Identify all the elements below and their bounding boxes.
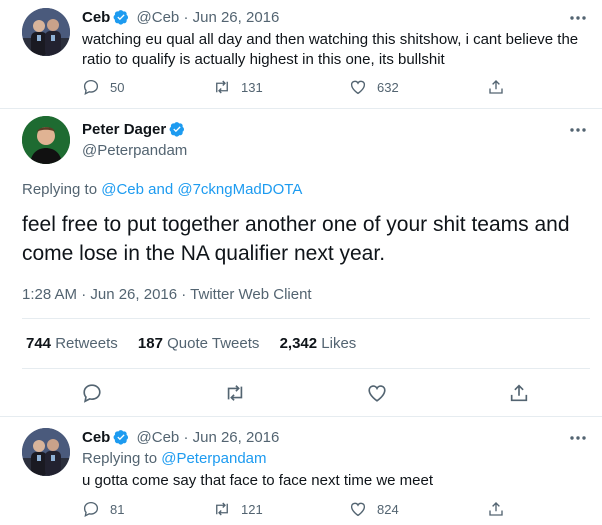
avatar-ceb[interactable] <box>22 8 70 56</box>
reply-count: 50 <box>110 79 125 95</box>
share-icon <box>489 80 503 94</box>
like-icon <box>350 80 366 95</box>
share-icon <box>489 502 503 516</box>
tweet-date[interactable]: Jun 26, 2016 <box>193 9 280 26</box>
retweets-stat[interactable]: 744 Retweets <box>26 335 118 352</box>
avatar-ceb[interactable] <box>22 428 70 476</box>
divider <box>22 368 590 369</box>
mention-ceb[interactable]: @Ceb <box>101 181 144 198</box>
like-icon <box>350 502 366 517</box>
share-icon <box>510 384 528 402</box>
mention-peterpandam[interactable]: @Peterpandam <box>161 450 266 467</box>
reply-button[interactable] <box>81 382 103 404</box>
divider <box>22 318 590 319</box>
replying-to: Replying to @Ceb and @7ckngMadDOTA <box>22 181 303 198</box>
retweet-button[interactable]: 121 <box>213 500 263 518</box>
share-button[interactable] <box>508 382 530 404</box>
like-count: 824 <box>377 501 399 517</box>
tweet-text: feel free to put together another one of… <box>22 213 570 265</box>
like-icon <box>368 385 386 402</box>
tweet-text: u gotta come say that face to face next … <box>82 472 434 489</box>
retweet-icon <box>216 80 228 94</box>
replying-to: Replying to @Peterpandam <box>82 450 267 467</box>
separator-dot: · <box>183 9 189 26</box>
retweet-icon <box>216 502 228 516</box>
display-name[interactable]: Peter Dager <box>82 121 166 138</box>
reply-icon <box>83 501 99 517</box>
retweet-button[interactable] <box>224 382 246 404</box>
retweet-button[interactable]: 131 <box>213 78 263 96</box>
likes-stat[interactable]: 2,342 Likes <box>280 335 357 352</box>
retweet-icon <box>227 385 243 401</box>
verified-badge-icon <box>113 430 129 445</box>
like-button[interactable] <box>366 382 388 404</box>
separator-dot: · <box>183 429 189 446</box>
tweet-text: watching eu qual all day and then watchi… <box>82 31 579 68</box>
reply-button[interactable]: 81 <box>82 500 124 518</box>
handle[interactable]: @Peterpandam <box>82 142 187 159</box>
tweet-meta[interactable]: 1:28 AM · Jun 26, 2016 · Twitter Web Cli… <box>22 286 312 303</box>
reply-icon <box>83 384 101 403</box>
more-options-icon[interactable] <box>568 120 588 140</box>
more-options-icon[interactable] <box>568 8 588 28</box>
reply-button[interactable]: 50 <box>82 78 124 96</box>
like-count: 632 <box>377 79 399 95</box>
verified-badge-icon <box>113 10 129 25</box>
divider <box>0 108 602 109</box>
verified-badge-icon <box>169 122 185 137</box>
display-name[interactable]: Ceb <box>82 429 110 446</box>
retweet-count: 121 <box>241 501 263 517</box>
share-button[interactable] <box>487 500 505 518</box>
tweet-date[interactable]: Jun 26, 2016 <box>193 429 280 446</box>
handle[interactable]: @Ceb <box>137 9 180 26</box>
more-options-icon[interactable] <box>568 428 588 448</box>
share-button[interactable] <box>487 78 505 96</box>
reply-icon <box>83 79 99 95</box>
mention-7ckngmaddota[interactable]: @7ckngMadDOTA <box>177 181 302 198</box>
handle[interactable]: @Ceb <box>137 429 180 446</box>
display-name[interactable]: Ceb <box>82 9 110 26</box>
avatar-peter[interactable] <box>22 116 70 164</box>
reply-count: 81 <box>110 501 125 517</box>
like-button[interactable]: 824 <box>349 500 399 518</box>
like-button[interactable]: 632 <box>349 78 399 96</box>
quote-tweets-stat[interactable]: 187 Quote Tweets <box>138 335 259 352</box>
engagement-stats: 744 Retweets 187 Quote Tweets 2,342 Like… <box>26 335 356 352</box>
retweet-count: 131 <box>241 79 263 95</box>
divider <box>0 416 602 417</box>
